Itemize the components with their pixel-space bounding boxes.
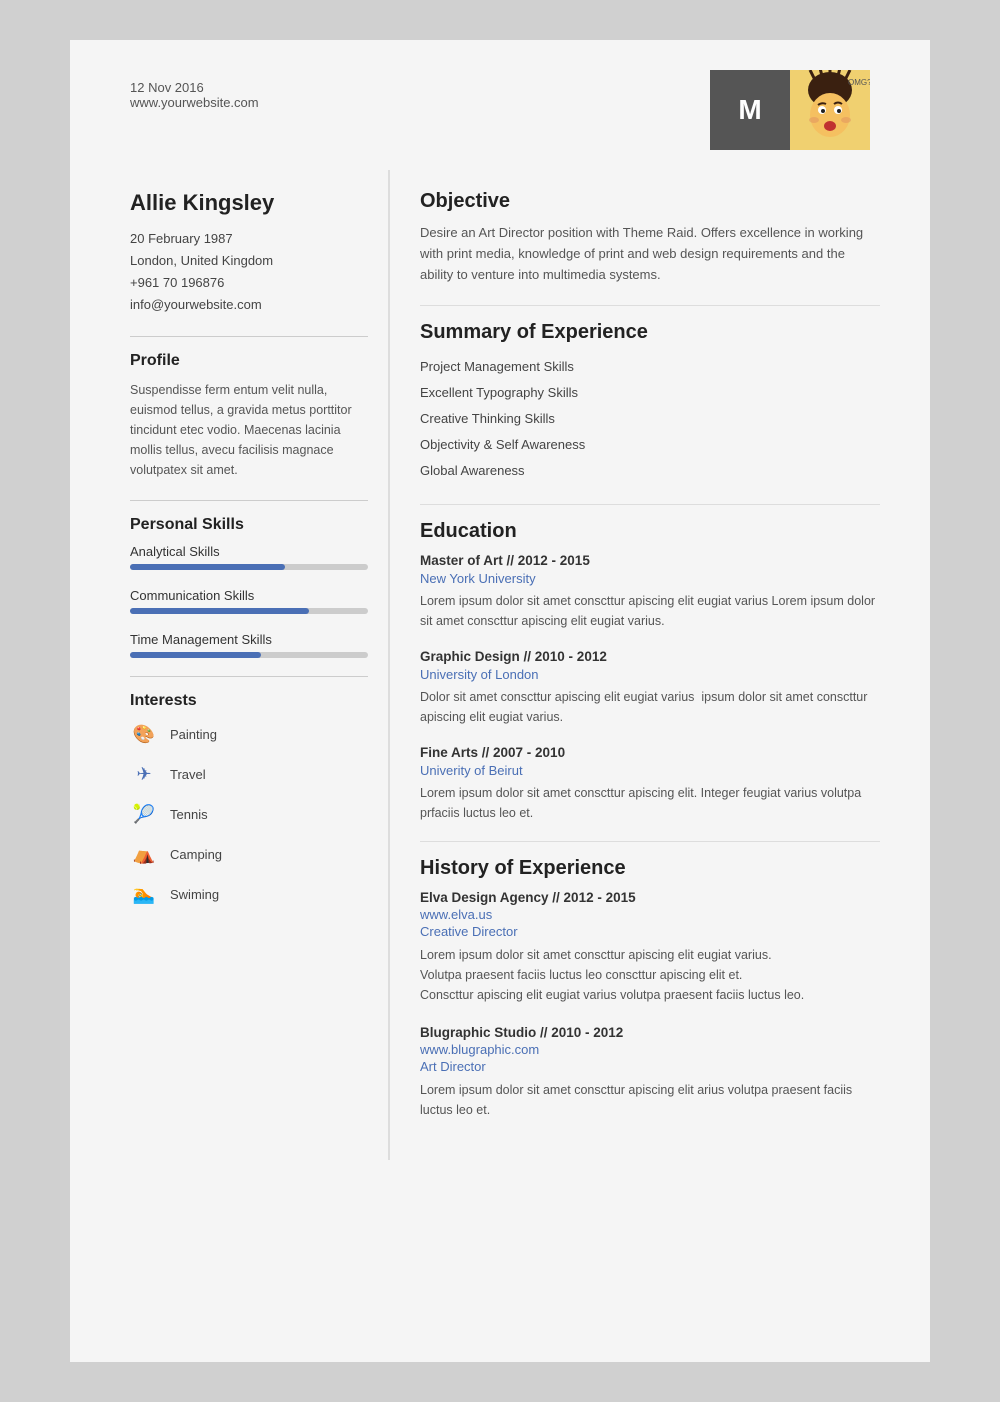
contact-phone: +961 70 196876 xyxy=(130,272,368,294)
education-title: Education xyxy=(420,520,880,543)
skill-communication: Communication Skills xyxy=(130,588,368,614)
edu-school-1: New York University xyxy=(420,571,880,586)
divider-2 xyxy=(130,500,368,501)
edu-desc-2: Dolor sit amet conscttur apiscing elit e… xyxy=(420,687,880,727)
interests-title: Interests xyxy=(130,692,368,710)
interests-section: Interests 🎨 Painting ✈ Travel 🎾 Tennis ⛺… xyxy=(130,692,368,908)
exp-item-1: Elva Design Agency // 2012 - 2015 www.el… xyxy=(420,890,880,1005)
contact-info: 20 February 1987 London, United Kingdom … xyxy=(130,228,368,316)
interest-tennis-label: Tennis xyxy=(170,807,208,822)
skill-analytical: Analytical Skills xyxy=(130,544,368,570)
edu-school-2: University of London xyxy=(420,667,880,682)
profile-title: Profile xyxy=(130,352,368,370)
avatar-cartoon: OMG?! xyxy=(790,70,870,150)
exp-title-1: Creative Director xyxy=(420,924,880,939)
resume-page: 12 Nov 2016 www.yourwebsite.com M xyxy=(70,40,930,1362)
skill-communication-bar-bg xyxy=(130,608,368,614)
camping-icon: ⛺ xyxy=(130,840,158,868)
skills-title: Personal Skills xyxy=(130,516,368,534)
edu-item-3: Fine Arts // 2007 - 2010 Univerity of Be… xyxy=(420,745,880,823)
objective-text: Desire an Art Director position with The… xyxy=(420,223,880,285)
main-content: Allie Kingsley 20 February 1987 London, … xyxy=(70,170,930,1160)
objective-title: Objective xyxy=(420,190,880,213)
skill-time: Time Management Skills xyxy=(130,632,368,658)
header-date: 12 Nov 2016 xyxy=(130,80,259,95)
interest-travel-label: Travel xyxy=(170,767,206,782)
exp-url-1: www.elva.us xyxy=(420,907,880,922)
summary-title: Summary of Experience xyxy=(420,321,880,344)
skill-communication-bar-fill xyxy=(130,608,309,614)
contact-email: info@yourwebsite.com xyxy=(130,294,368,316)
exp-title-2: Art Director xyxy=(420,1059,880,1074)
edu-item-2: Graphic Design // 2010 - 2012 University… xyxy=(420,649,880,727)
skill-communication-label: Communication Skills xyxy=(130,588,368,603)
exp-company-2: Blugraphic Studio // 2010 - 2012 xyxy=(420,1025,880,1040)
history-title: History of Experience xyxy=(420,857,880,880)
edu-degree-1: Master of Art // 2012 - 2015 xyxy=(420,553,880,568)
summary-items: Project Management Skills Excellent Typo… xyxy=(420,354,880,484)
summary-item-1: Project Management Skills xyxy=(420,354,880,380)
right-divider-3 xyxy=(420,841,880,842)
tennis-icon: 🎾 xyxy=(130,800,158,828)
right-divider-1 xyxy=(420,305,880,306)
summary-item-5: Global Awareness xyxy=(420,458,880,484)
interest-travel: ✈ Travel xyxy=(130,760,368,788)
header-avatars: M xyxy=(710,70,870,150)
exp-url-2: www.blugraphic.com xyxy=(420,1042,880,1057)
contact-location: London, United Kingdom xyxy=(130,250,368,272)
exp-desc-2: Lorem ipsum dolor sit amet conscttur api… xyxy=(420,1080,880,1120)
summary-item-2: Excellent Typography Skills xyxy=(420,380,880,406)
interest-tennis: 🎾 Tennis xyxy=(130,800,368,828)
skill-time-label: Time Management Skills xyxy=(130,632,368,647)
painting-icon: 🎨 xyxy=(130,720,158,748)
divider-3 xyxy=(130,676,368,677)
interest-painting-label: Painting xyxy=(170,727,217,742)
exp-desc-1: Lorem ipsum dolor sit amet conscttur api… xyxy=(420,945,880,1005)
interest-camping-label: Camping xyxy=(170,847,222,862)
skill-time-bar-bg xyxy=(130,652,368,658)
header: 12 Nov 2016 www.yourwebsite.com M xyxy=(70,40,930,170)
edu-degree-2: Graphic Design // 2010 - 2012 xyxy=(420,649,880,664)
edu-desc-1: Lorem ipsum dolor sit amet conscttur api… xyxy=(420,591,880,631)
interest-swiming-label: Swiming xyxy=(170,887,219,902)
applicant-name: Allie Kingsley xyxy=(130,190,368,216)
interest-camping: ⛺ Camping xyxy=(130,840,368,868)
divider-1 xyxy=(130,336,368,337)
interest-painting: 🎨 Painting xyxy=(130,720,368,748)
right-column: Objective Desire an Art Director positio… xyxy=(420,170,890,1160)
interest-swiming: 🏊 Swiming xyxy=(130,880,368,908)
exp-company-1: Elva Design Agency // 2012 - 2015 xyxy=(420,890,880,905)
swim-icon: 🏊 xyxy=(130,880,158,908)
skill-time-bar-fill xyxy=(130,652,261,658)
skill-analytical-bar-fill xyxy=(130,564,285,570)
edu-item-1: Master of Art // 2012 - 2015 New York Un… xyxy=(420,553,880,631)
header-info: 12 Nov 2016 www.yourwebsite.com xyxy=(130,80,259,110)
edu-desc-3: Lorem ipsum dolor sit amet conscttur api… xyxy=(420,783,880,823)
summary-item-4: Objectivity & Self Awareness xyxy=(420,432,880,458)
travel-icon: ✈ xyxy=(130,760,158,788)
summary-item-3: Creative Thinking Skills xyxy=(420,406,880,432)
contact-dob: 20 February 1987 xyxy=(130,228,368,250)
edu-degree-3: Fine Arts // 2007 - 2010 xyxy=(420,745,880,760)
profile-text: Suspendisse ferm entum velit nulla, euis… xyxy=(130,380,368,480)
right-divider-2 xyxy=(420,504,880,505)
svg-text:OMG?!: OMG?! xyxy=(848,78,870,87)
edu-school-3: Univerity of Beirut xyxy=(420,763,880,778)
header-website: www.yourwebsite.com xyxy=(130,95,259,110)
skill-analytical-bar-bg xyxy=(130,564,368,570)
left-column: Allie Kingsley 20 February 1987 London, … xyxy=(110,170,390,1160)
exp-item-2: Blugraphic Studio // 2010 - 2012 www.blu… xyxy=(420,1025,880,1120)
skill-analytical-label: Analytical Skills xyxy=(130,544,368,559)
avatar-letter: M xyxy=(710,70,790,150)
